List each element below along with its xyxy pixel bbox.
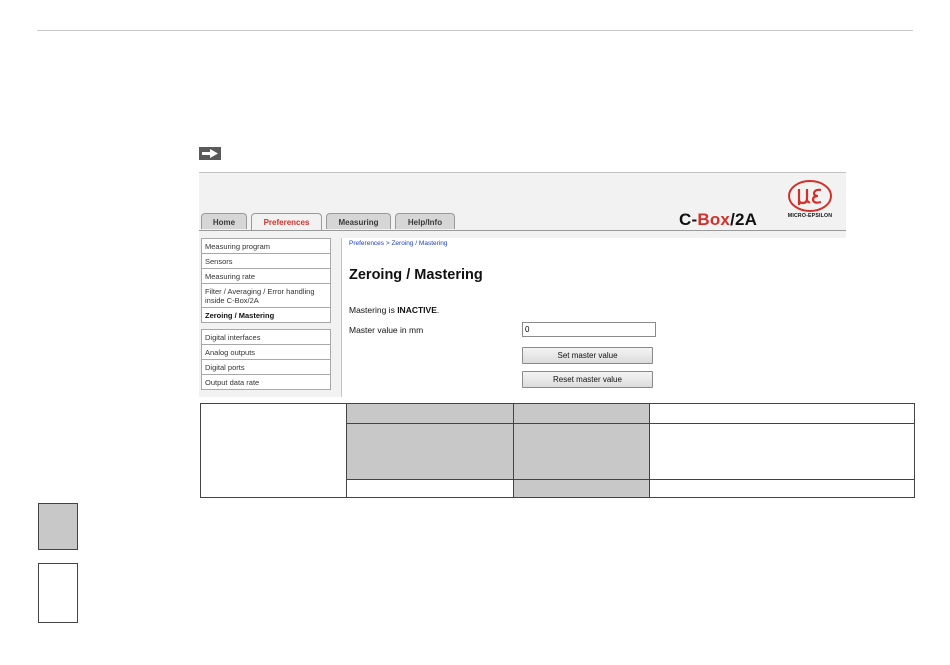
sidebar-item-measuring-rate[interactable]: Measuring rate — [202, 269, 330, 284]
set-master-value-button[interactable]: Set master value — [522, 347, 653, 364]
status-value: INACTIVE — [397, 305, 437, 315]
empty-grid-table — [200, 403, 915, 498]
micro-epsilon-logo-icon — [788, 180, 832, 212]
white-margin-box — [38, 563, 78, 623]
sidebar-item-sensors[interactable]: Sensors — [202, 254, 330, 269]
sidebar-group-outputs: Digital interfaces Analog outputs Digita… — [201, 329, 331, 390]
tab-help-info[interactable]: Help/Info — [395, 213, 455, 229]
web-interface-screenshot: Home Preferences Measuring Help/Info C-B… — [199, 172, 846, 397]
shaded-margin-box — [38, 503, 78, 550]
table-cell — [200, 403, 347, 498]
micro-epsilon-logo: MICRO-EPSILON — [777, 180, 843, 228]
sidebar-item-output-data-rate[interactable]: Output data rate — [202, 375, 330, 389]
content-panel: Preferences > Zeroing / Mastering Zeroin… — [341, 238, 846, 397]
table-cell — [513, 423, 650, 480]
table-cell — [513, 479, 650, 498]
table-cell — [346, 423, 514, 480]
mastering-status: Mastering is INACTIVE. — [349, 305, 440, 315]
master-value-input[interactable] — [522, 322, 656, 337]
page-title: Zeroing / Mastering — [349, 267, 483, 283]
breadcrumb[interactable]: Preferences > Zeroing / Mastering — [349, 240, 447, 247]
tab-home[interactable]: Home — [201, 213, 247, 229]
table-cell — [513, 403, 650, 424]
table-cell — [346, 479, 514, 498]
arrow-right-icon — [199, 147, 221, 160]
sidebar-item-digital-interfaces[interactable]: Digital interfaces — [202, 330, 330, 345]
sidebar-group-main: Measuring program Sensors Measuring rate… — [201, 238, 331, 323]
table-cell — [346, 403, 514, 424]
reset-master-value-button[interactable]: Reset master value — [522, 371, 653, 388]
sidebar-item-filter-averaging[interactable]: Filter / Averaging / Error handling insi… — [202, 284, 330, 308]
logo-text: MICRO-EPSILON — [787, 213, 833, 219]
table-cell — [649, 403, 915, 424]
master-value-label: Master value in mm — [349, 325, 424, 335]
table-cell — [649, 479, 915, 498]
sidebar-item-analog-outputs[interactable]: Analog outputs — [202, 345, 330, 360]
tab-preferences[interactable]: Preferences — [251, 213, 322, 231]
sidebar: Measuring program Sensors Measuring rate… — [201, 238, 331, 390]
main-tabs: Home Preferences Measuring Help/Info — [201, 213, 459, 231]
sidebar-item-digital-ports[interactable]: Digital ports — [202, 360, 330, 375]
sidebar-item-zeroing-mastering[interactable]: Zeroing / Mastering — [202, 308, 330, 322]
table-cell — [649, 423, 915, 480]
product-name: C-Box/2A — [679, 210, 758, 229]
tab-measuring[interactable]: Measuring — [326, 213, 391, 229]
tab-strip-divider — [199, 230, 846, 231]
sidebar-item-measuring-program[interactable]: Measuring program — [202, 239, 330, 254]
page-top-rule — [37, 30, 913, 31]
